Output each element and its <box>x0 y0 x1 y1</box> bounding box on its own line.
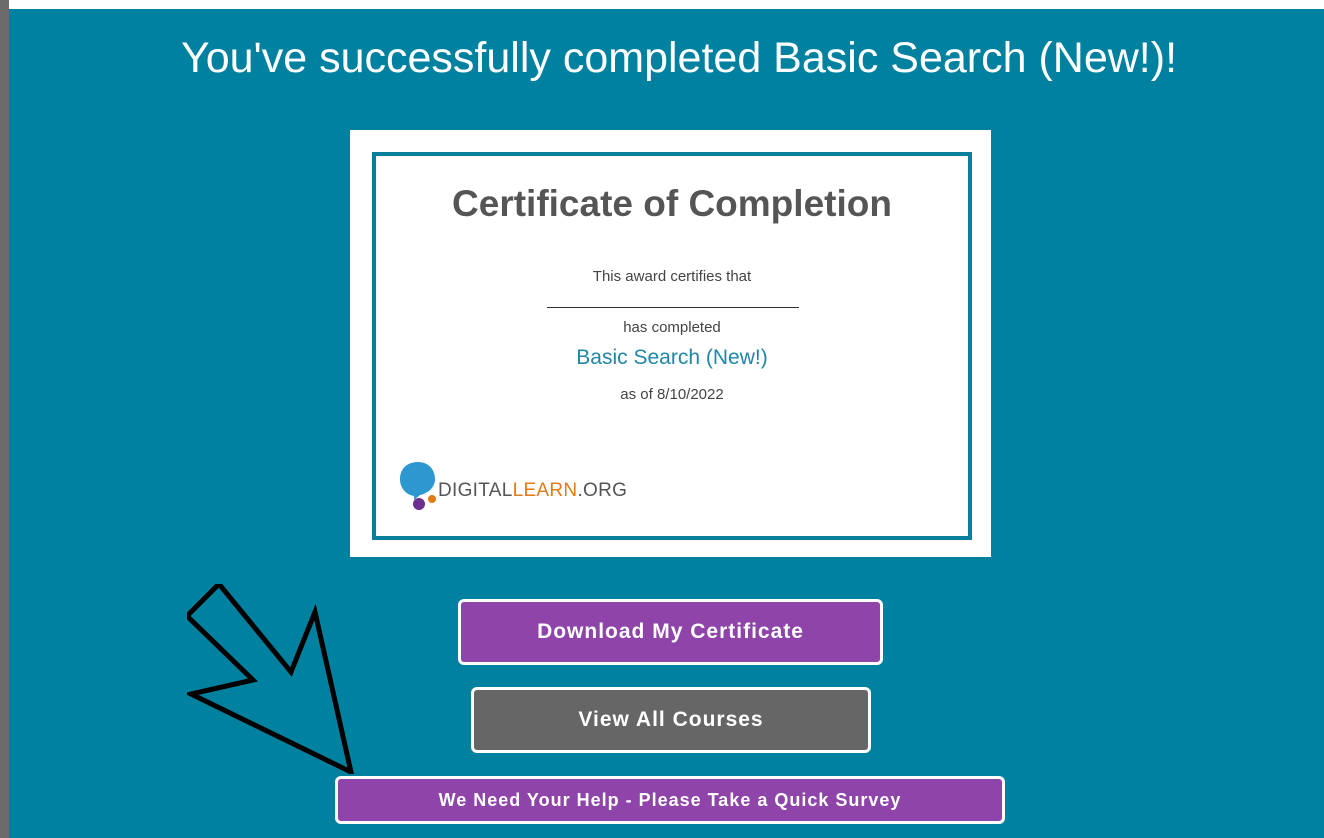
window-left-border <box>0 0 9 838</box>
logo-word-learn: LEARN <box>512 480 578 501</box>
certificate-completed-text: has completed <box>623 319 721 336</box>
certificate-card: Certificate of Completion This award cer… <box>350 130 991 557</box>
logo-word-digital: DIGITAL <box>438 480 513 501</box>
logo-word-org: .ORG <box>577 480 628 501</box>
certificate-name-line <box>547 307 799 308</box>
certificate-frame: Certificate of Completion This award cer… <box>372 152 972 540</box>
logo-wordmark: DIGITALLEARN.ORG <box>438 480 627 502</box>
completion-panel: You've successfully completed Basic Sear… <box>9 9 1324 838</box>
certificate-title: Certificate of Completion <box>452 183 892 224</box>
page: You've successfully completed Basic Sear… <box>0 0 1324 838</box>
digitallearn-logo: DIGITALLEARN.ORG <box>398 460 658 512</box>
arrow-pointer-icon <box>187 584 355 774</box>
certificate-date: as of 8/10/2022 <box>620 386 724 403</box>
download-certificate-button[interactable]: Download My Certificate <box>458 599 883 665</box>
certificate-course-name: Basic Search (New!) <box>576 346 768 369</box>
view-all-courses-button[interactable]: View All Courses <box>471 687 871 753</box>
digitallearn-logo-icon <box>400 462 436 510</box>
certificate-certifies-text: This award certifies that <box>592 268 752 285</box>
completion-headline: You've successfully completed Basic Sear… <box>180 34 1178 82</box>
survey-button[interactable]: We Need Your Help - Please Take a Quick … <box>335 776 1005 824</box>
